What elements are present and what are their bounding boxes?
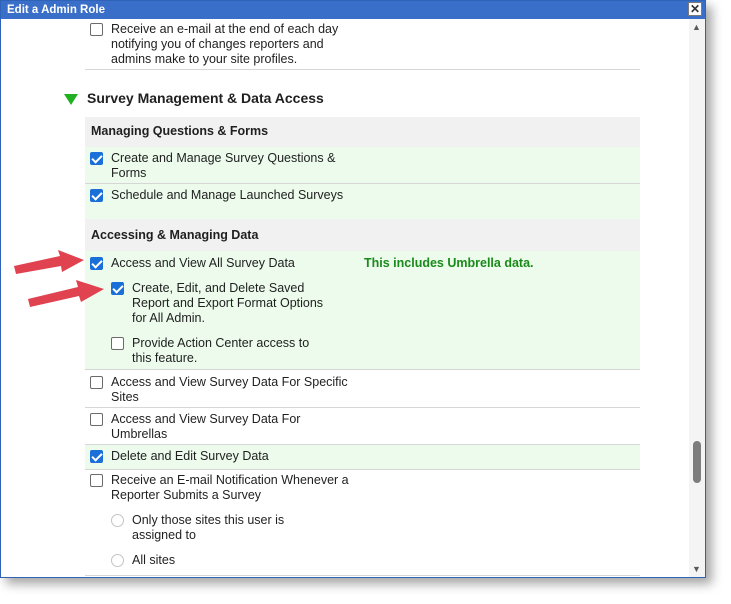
only-those-sites-radio[interactable] — [111, 514, 124, 527]
access-specific-sites-checkbox[interactable] — [90, 376, 103, 389]
receive-email-changes-checkbox[interactable] — [90, 23, 103, 36]
action-center-access-label: Provide Action Center access to this fea… — [132, 336, 310, 365]
create-edit-delete-saved-label: Create, Edit, and Delete Saved Report an… — [132, 281, 324, 325]
access-umbrellas-checkbox[interactable] — [90, 413, 103, 426]
close-icon[interactable]: ✕ — [688, 2, 702, 16]
only-those-sites-label: Only those sites this user is assigned t… — [132, 513, 285, 542]
expand-triangle-icon[interactable] — [64, 94, 78, 105]
receive-notification-label: Receive an E-mail Notification Whenever … — [111, 473, 349, 502]
vertical-scrollbar[interactable]: ▲ ▼ — [689, 19, 705, 577]
access-umbrellas-label: Access and View Survey Data For Umbrella… — [111, 412, 301, 441]
delete-edit-label: Delete and Edit Survey Data — [111, 449, 269, 463]
access-view-all-checkbox[interactable] — [90, 257, 103, 270]
divider — [85, 183, 640, 184]
divider — [85, 69, 640, 70]
section-title[interactable]: Survey Management & Data Access — [87, 90, 324, 106]
delete-edit-checkbox[interactable] — [90, 450, 103, 463]
access-view-all-label: Access and View All Survey Data — [111, 256, 295, 270]
scrollbar-thumb[interactable] — [693, 441, 701, 483]
scroll-up-icon[interactable]: ▲ — [692, 22, 701, 32]
umbrella-note: This includes Umbrella data. — [364, 256, 534, 270]
access-specific-sites-label: Access and View Survey Data For Specific… — [111, 375, 348, 404]
scroll-down-icon[interactable]: ▼ — [692, 564, 701, 574]
dialog-title-bar: Edit a Admin Role ✕ — [1, 1, 705, 19]
action-center-access-checkbox[interactable] — [111, 337, 124, 350]
divider — [85, 407, 640, 408]
accessing-data-header: Accessing & Managing Data — [91, 228, 259, 242]
dialog-title: Edit a Admin Role — [7, 4, 105, 16]
schedule-launched-label: Schedule and Manage Launched Surveys — [111, 188, 344, 202]
divider — [85, 369, 640, 370]
divider — [85, 575, 640, 576]
create-manage-questions-label: Create and Manage Survey Questions & For… — [111, 151, 336, 180]
managing-questions-header: Managing Questions & Forms — [91, 124, 269, 138]
receive-notification-checkbox[interactable] — [90, 474, 103, 487]
schedule-launched-checkbox[interactable] — [90, 189, 103, 202]
receive-email-changes-label: Receive an e-mail at the end of each day… — [111, 22, 339, 66]
create-edit-delete-saved-checkbox[interactable] — [111, 282, 124, 295]
arrow-annotation-icon — [28, 280, 104, 307]
all-sites-label: All sites — [132, 553, 176, 567]
all-sites-radio[interactable] — [111, 554, 124, 567]
arrow-annotation-icon — [14, 250, 84, 274]
create-manage-questions-checkbox[interactable] — [90, 152, 103, 165]
